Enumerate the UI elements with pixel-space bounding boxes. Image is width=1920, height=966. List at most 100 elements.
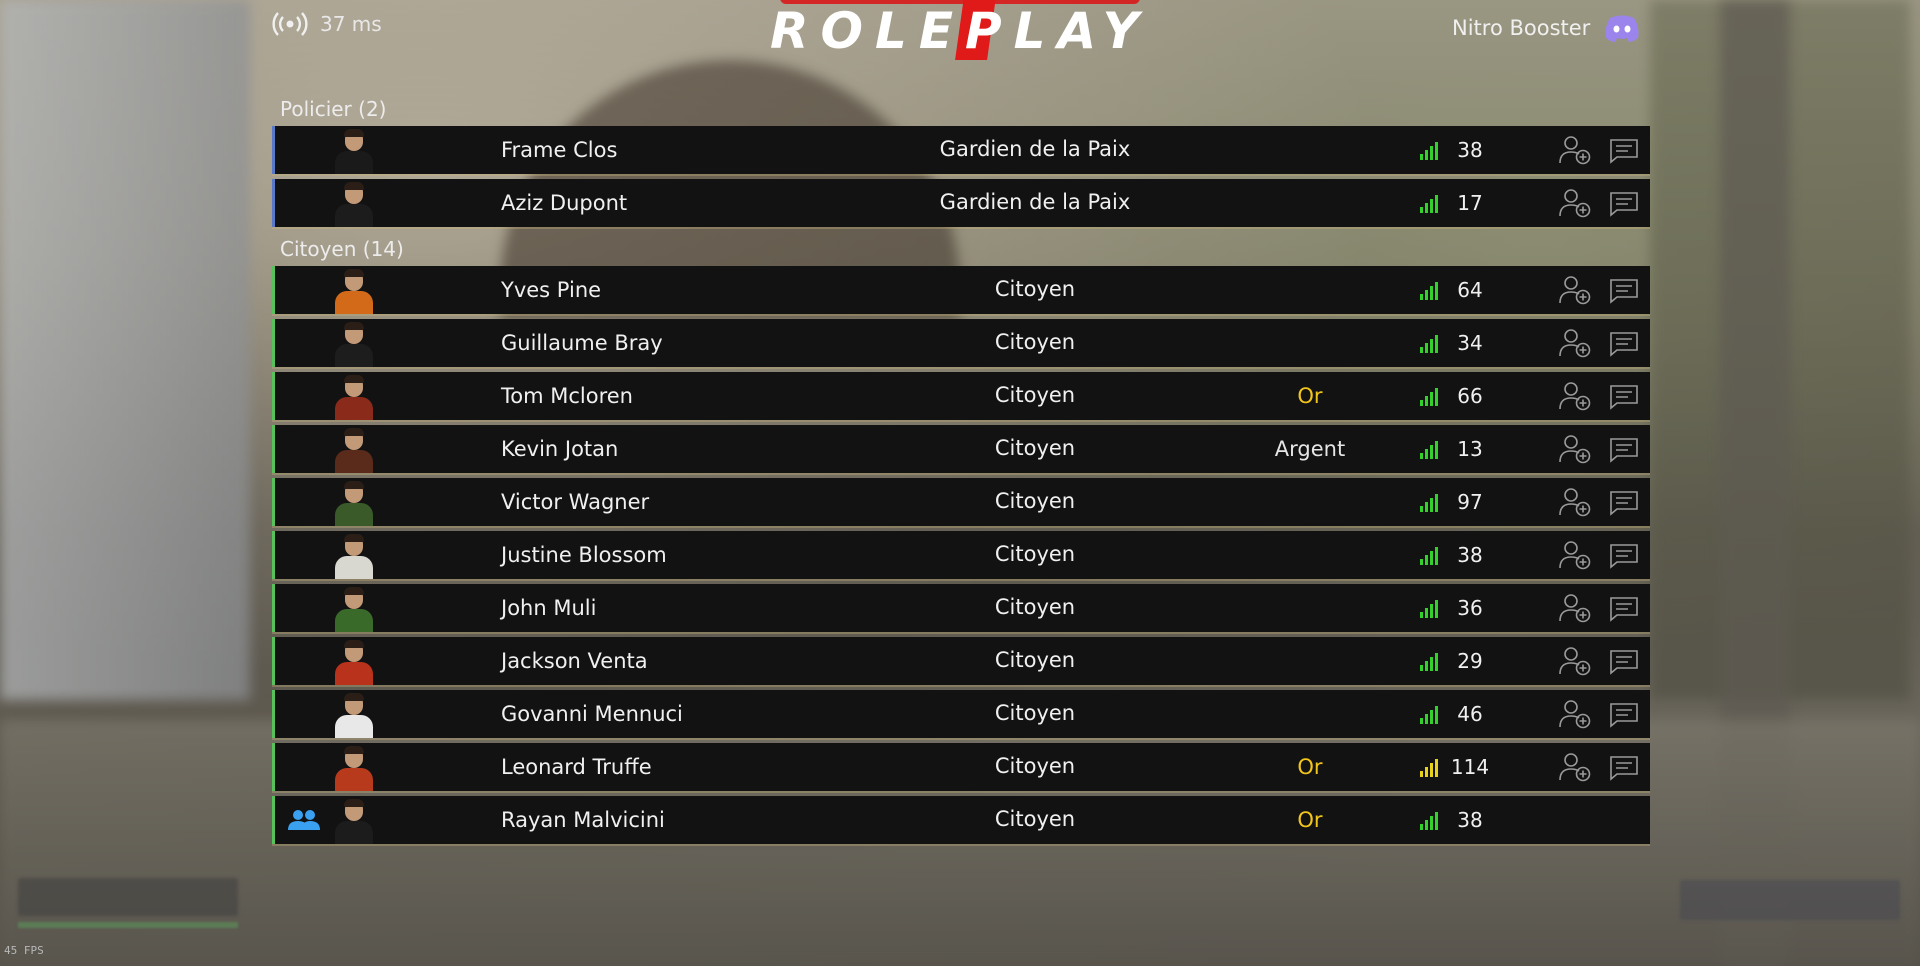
player-name: Frame Clos — [501, 138, 618, 162]
player-row[interactable]: Aziz Dupont Gardien de la Paix 17 — [272, 179, 1650, 227]
player-row[interactable]: Guillaume Bray Citoyen 34 — [272, 319, 1650, 367]
player-job: Citoyen — [994, 542, 1076, 566]
group-title: Citoyen (14) — [280, 237, 404, 261]
player-row[interactable]: Govanni Mennuci Citoyen 46 — [272, 690, 1650, 738]
player-avatar — [331, 127, 377, 174]
add-friend-icon[interactable] — [1559, 752, 1591, 782]
message-icon[interactable] — [1609, 384, 1639, 410]
message-icon[interactable] — [1609, 138, 1639, 164]
discord-icon — [1605, 15, 1639, 42]
server-logo: ROLEPLAY — [770, 0, 1150, 68]
player-job: Citoyen — [994, 807, 1076, 831]
player-name: Govanni Mennuci — [501, 702, 683, 726]
player-avatar — [331, 532, 377, 579]
message-icon[interactable] — [1609, 543, 1639, 569]
signal-strength-icon — [1420, 388, 1438, 406]
fps-counter: 45 FPS — [4, 944, 44, 957]
player-avatar — [331, 180, 377, 227]
player-avatar — [331, 638, 377, 685]
player-ping: 36 — [1457, 596, 1483, 620]
signal-strength-icon — [1420, 812, 1438, 830]
player-row[interactable]: Kevin Jotan Citoyen Argent 13 — [272, 425, 1650, 473]
player-name: Rayan Malvicini — [501, 808, 665, 832]
player-row[interactable]: Frame Clos Gardien de la Paix 38 — [272, 126, 1650, 174]
player-scoreboard[interactable]: Policier (2) Frame Clos Gardien de la Paix… — [272, 92, 1650, 865]
message-icon[interactable] — [1609, 278, 1639, 304]
player-job: Gardien de la Paix — [939, 190, 1131, 214]
player-job: Citoyen — [994, 330, 1076, 354]
player-name: Justine Blossom — [501, 543, 667, 567]
signal-strength-icon — [1420, 600, 1438, 618]
add-friend-icon[interactable] — [1559, 135, 1591, 165]
player-job: Gardien de la Paix — [939, 137, 1131, 161]
player-health-bar — [18, 922, 238, 928]
player-row[interactable]: Yves Pine Citoyen 64 — [272, 266, 1650, 314]
signal-strength-icon — [1420, 547, 1438, 565]
message-icon[interactable] — [1609, 755, 1639, 781]
add-friend-icon[interactable] — [1559, 328, 1591, 358]
signal-strength-icon — [1420, 653, 1438, 671]
message-icon[interactable] — [1609, 649, 1639, 675]
add-friend-icon[interactable] — [1559, 381, 1591, 411]
player-ping: 64 — [1457, 278, 1483, 302]
player-row[interactable]: John Muli Citoyen 36 — [272, 584, 1650, 632]
add-friend-icon[interactable] — [1559, 275, 1591, 305]
player-rank: Or — [1297, 755, 1323, 779]
player-hud-card — [18, 878, 238, 916]
player-ping: 97 — [1457, 490, 1483, 514]
player-row[interactable]: Tom Mcloren Citoyen Or 66 — [272, 372, 1650, 420]
money-hud-card — [1680, 880, 1900, 920]
add-friend-icon[interactable] — [1559, 487, 1591, 517]
message-icon[interactable] — [1609, 596, 1639, 622]
player-row[interactable]: Victor Wagner Citoyen 97 — [272, 478, 1650, 526]
signal-strength-icon — [1420, 494, 1438, 512]
add-friend-icon[interactable] — [1559, 434, 1591, 464]
player-avatar — [331, 267, 377, 314]
player-ping: 29 — [1457, 649, 1483, 673]
player-job: Citoyen — [994, 489, 1076, 513]
player-avatar — [331, 585, 377, 632]
add-friend-icon[interactable] — [1559, 188, 1591, 218]
add-friend-icon[interactable] — [1559, 699, 1591, 729]
player-avatar — [331, 373, 377, 420]
signal-strength-icon — [1420, 706, 1438, 724]
add-friend-icon[interactable] — [1559, 646, 1591, 676]
message-icon[interactable] — [1609, 331, 1639, 357]
player-row[interactable]: Leonard Truffe Citoyen Or 114 — [272, 743, 1650, 791]
signal-strength-icon — [1420, 441, 1438, 459]
add-friend-icon[interactable] — [1559, 540, 1591, 570]
player-ping: 13 — [1457, 437, 1483, 461]
player-row[interactable]: Justine Blossom Citoyen 38 — [272, 531, 1650, 579]
player-job: Citoyen — [994, 436, 1076, 460]
message-icon[interactable] — [1609, 702, 1639, 728]
message-icon[interactable] — [1609, 437, 1639, 463]
player-rank: Argent — [1274, 437, 1346, 461]
player-avatar — [331, 479, 377, 526]
player-ping: 38 — [1457, 808, 1483, 832]
add-friend-icon[interactable] — [1559, 593, 1591, 623]
player-job: Citoyen — [994, 701, 1076, 725]
player-job: Citoyen — [994, 754, 1076, 778]
signal-strength-icon — [1420, 195, 1438, 213]
player-row[interactable]: Rayan Malvicini Citoyen Or 38 — [272, 796, 1650, 844]
logo-text: ROLEPLAY — [770, 2, 1150, 60]
broadcast-icon — [272, 12, 308, 36]
signal-strength-icon — [1420, 759, 1438, 777]
player-name: Yves Pine — [501, 278, 602, 302]
player-row[interactable]: Jackson Venta Citoyen 29 — [272, 637, 1650, 685]
nitro-booster: Nitro Booster — [1452, 12, 1642, 44]
player-name: Leonard Truffe — [501, 755, 652, 779]
background-building — [0, 0, 250, 700]
player-ping: 34 — [1457, 331, 1483, 355]
player-ping: 38 — [1457, 138, 1483, 162]
player-ping: 66 — [1457, 384, 1483, 408]
signal-strength-icon — [1420, 335, 1438, 353]
player-rank: Or — [1297, 384, 1323, 408]
player-name: Tom Mcloren — [501, 384, 633, 408]
player-name: Kevin Jotan — [501, 437, 619, 461]
player-name: Jackson Venta — [501, 649, 648, 673]
message-icon[interactable] — [1609, 191, 1639, 217]
message-icon[interactable] — [1609, 490, 1639, 516]
player-job: Citoyen — [994, 277, 1076, 301]
player-avatar — [331, 320, 377, 367]
